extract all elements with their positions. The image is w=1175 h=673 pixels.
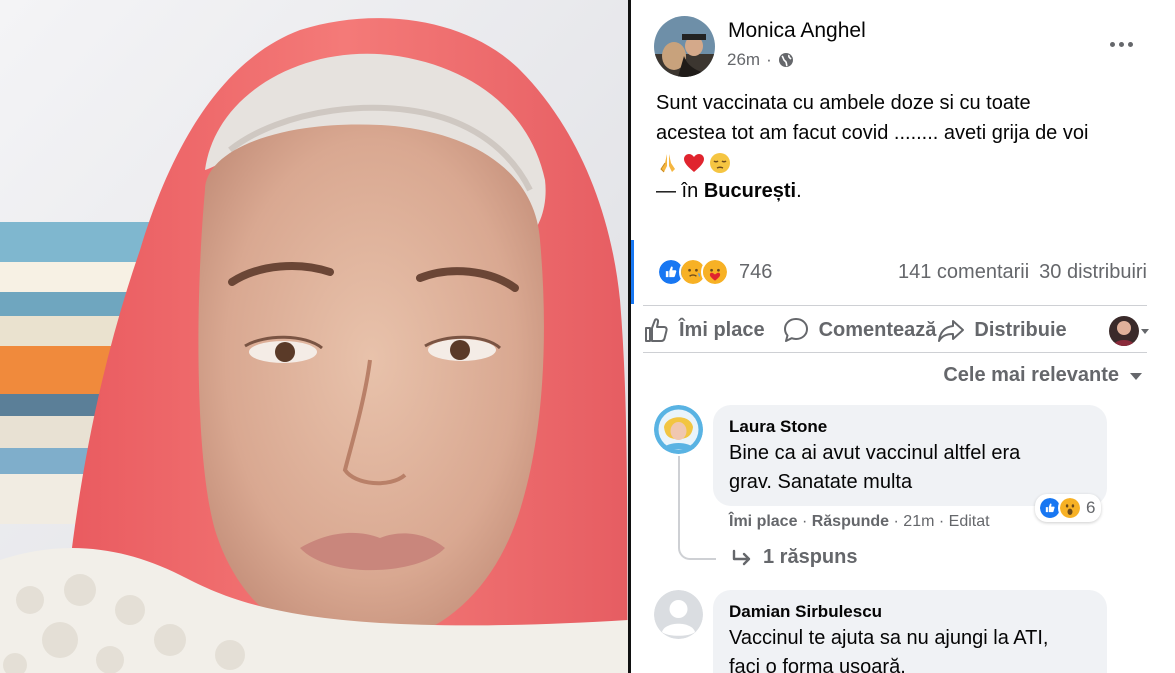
comment-reaction-count: 6 [1086, 498, 1096, 517]
location-prefix: — în [656, 180, 699, 202]
more-dot-icon [1118, 41, 1124, 47]
scroll-indicator [631, 240, 634, 304]
sort-label: Cele mai relevante [943, 364, 1119, 386]
comment-sort-dropdown[interactable]: Cele mai relevante [943, 364, 1143, 387]
comment-text-line: Bine ca ai avut vaccinul altfel era [729, 442, 1021, 464]
caret-down-icon [1130, 372, 1142, 380]
post-text: Sunt vaccinata cu ambele doze si cu toat… [656, 88, 1166, 178]
share-button[interactable]: Distribuie [936, 315, 1067, 345]
comment-text-line: faci o forma usoară. [729, 656, 906, 673]
commenter-avatar[interactable] [654, 590, 703, 639]
more-dot-icon [1127, 41, 1133, 47]
comment-text-line: grav. Sanatate multa [729, 471, 913, 493]
comment-actions: Îmi place · Răspunde · 21m · Editat [729, 513, 990, 531]
post-text-line: acestea tot am facut covid ........ avet… [656, 122, 1089, 144]
author-avatar[interactable] [654, 16, 715, 77]
selfie-image [0, 0, 628, 673]
author-name[interactable]: Monica Anghel [728, 19, 866, 43]
comment-button[interactable]: Comentează [781, 315, 937, 345]
commenter-name[interactable]: Laura Stone [729, 415, 1091, 439]
post-location: — în București. [656, 180, 802, 203]
comment-text-line: Vaccinul te ajuta sa nu ajungi la ATI, [729, 627, 1049, 649]
post-photo[interactable] [0, 0, 628, 673]
more-options-button[interactable] [1105, 28, 1137, 60]
comment-bubble: Laura Stone Bine ca ai avut vaccinul alt… [713, 405, 1107, 506]
location-suffix: . [796, 180, 802, 202]
share-button-label: Distribuie [974, 318, 1067, 341]
post-meta: 26m · [727, 50, 794, 70]
love-face-reaction-icon [701, 258, 729, 286]
share-arrow-icon [938, 320, 965, 342]
separator [643, 352, 1147, 353]
engagement-stats: 141 comentarii 30 distribuiri [898, 261, 1147, 284]
reactions-summary[interactable]: 746 [657, 258, 772, 286]
comment-bubble-icon [783, 318, 808, 342]
comment-bubble: Damian Sirbulescu Vaccinul te ajuta sa n… [713, 590, 1107, 673]
like-button-label: Îmi place [679, 318, 765, 341]
shares-count-link[interactable]: 30 distribuiri [1039, 261, 1147, 284]
comment-time[interactable]: 21m [903, 513, 934, 530]
praying-hands-icon [660, 154, 675, 173]
commenter-avatar[interactable] [654, 405, 703, 454]
replies-count-label: 1 răspuns [763, 546, 858, 568]
chevron-down-icon [1141, 329, 1149, 334]
current-user-avatar [1109, 316, 1139, 346]
action-bar: Îmi place Comentează Distribuie [641, 312, 1175, 348]
post-as-selector[interactable] [1109, 316, 1149, 346]
action-dot: · [801, 513, 812, 530]
location-link[interactable]: București [704, 180, 796, 202]
action-dot: · [893, 513, 904, 530]
thumbs-up-icon [645, 318, 668, 342]
comments-count-link[interactable]: 141 comentarii [898, 261, 1029, 284]
commenter-name[interactable]: Damian Sirbulescu [729, 600, 1091, 624]
comment-button-label: Comentează [818, 318, 937, 341]
red-heart-icon [684, 154, 704, 172]
reply-thread-line [678, 456, 716, 560]
post-time[interactable]: 26m [727, 50, 760, 70]
reply-arrow-icon [732, 549, 751, 565]
post-emojis [656, 148, 1166, 178]
wow-reaction-icon [1058, 496, 1082, 520]
separator [643, 305, 1147, 306]
comment-like-link[interactable]: Îmi place [729, 513, 797, 530]
comment-reactions[interactable]: 6 [1035, 494, 1102, 522]
like-button[interactable]: Îmi place [641, 315, 765, 345]
pensive-face-icon [710, 153, 730, 173]
globe-icon [778, 53, 793, 67]
meta-dot: · [766, 50, 772, 69]
post-text-line: Sunt vaccinata cu ambele doze si cu toat… [656, 92, 1031, 114]
comment-edited: Editat [948, 513, 990, 530]
action-dot: · [938, 513, 949, 530]
more-dot-icon [1109, 41, 1115, 47]
comment-reply-link[interactable]: Răspunde [812, 513, 889, 530]
reaction-count: 746 [739, 260, 773, 283]
view-replies-link[interactable]: 1 răspuns [731, 546, 857, 569]
post-panel: Monica Anghel 26m · Sunt vaccinata cu am… [631, 0, 1175, 673]
